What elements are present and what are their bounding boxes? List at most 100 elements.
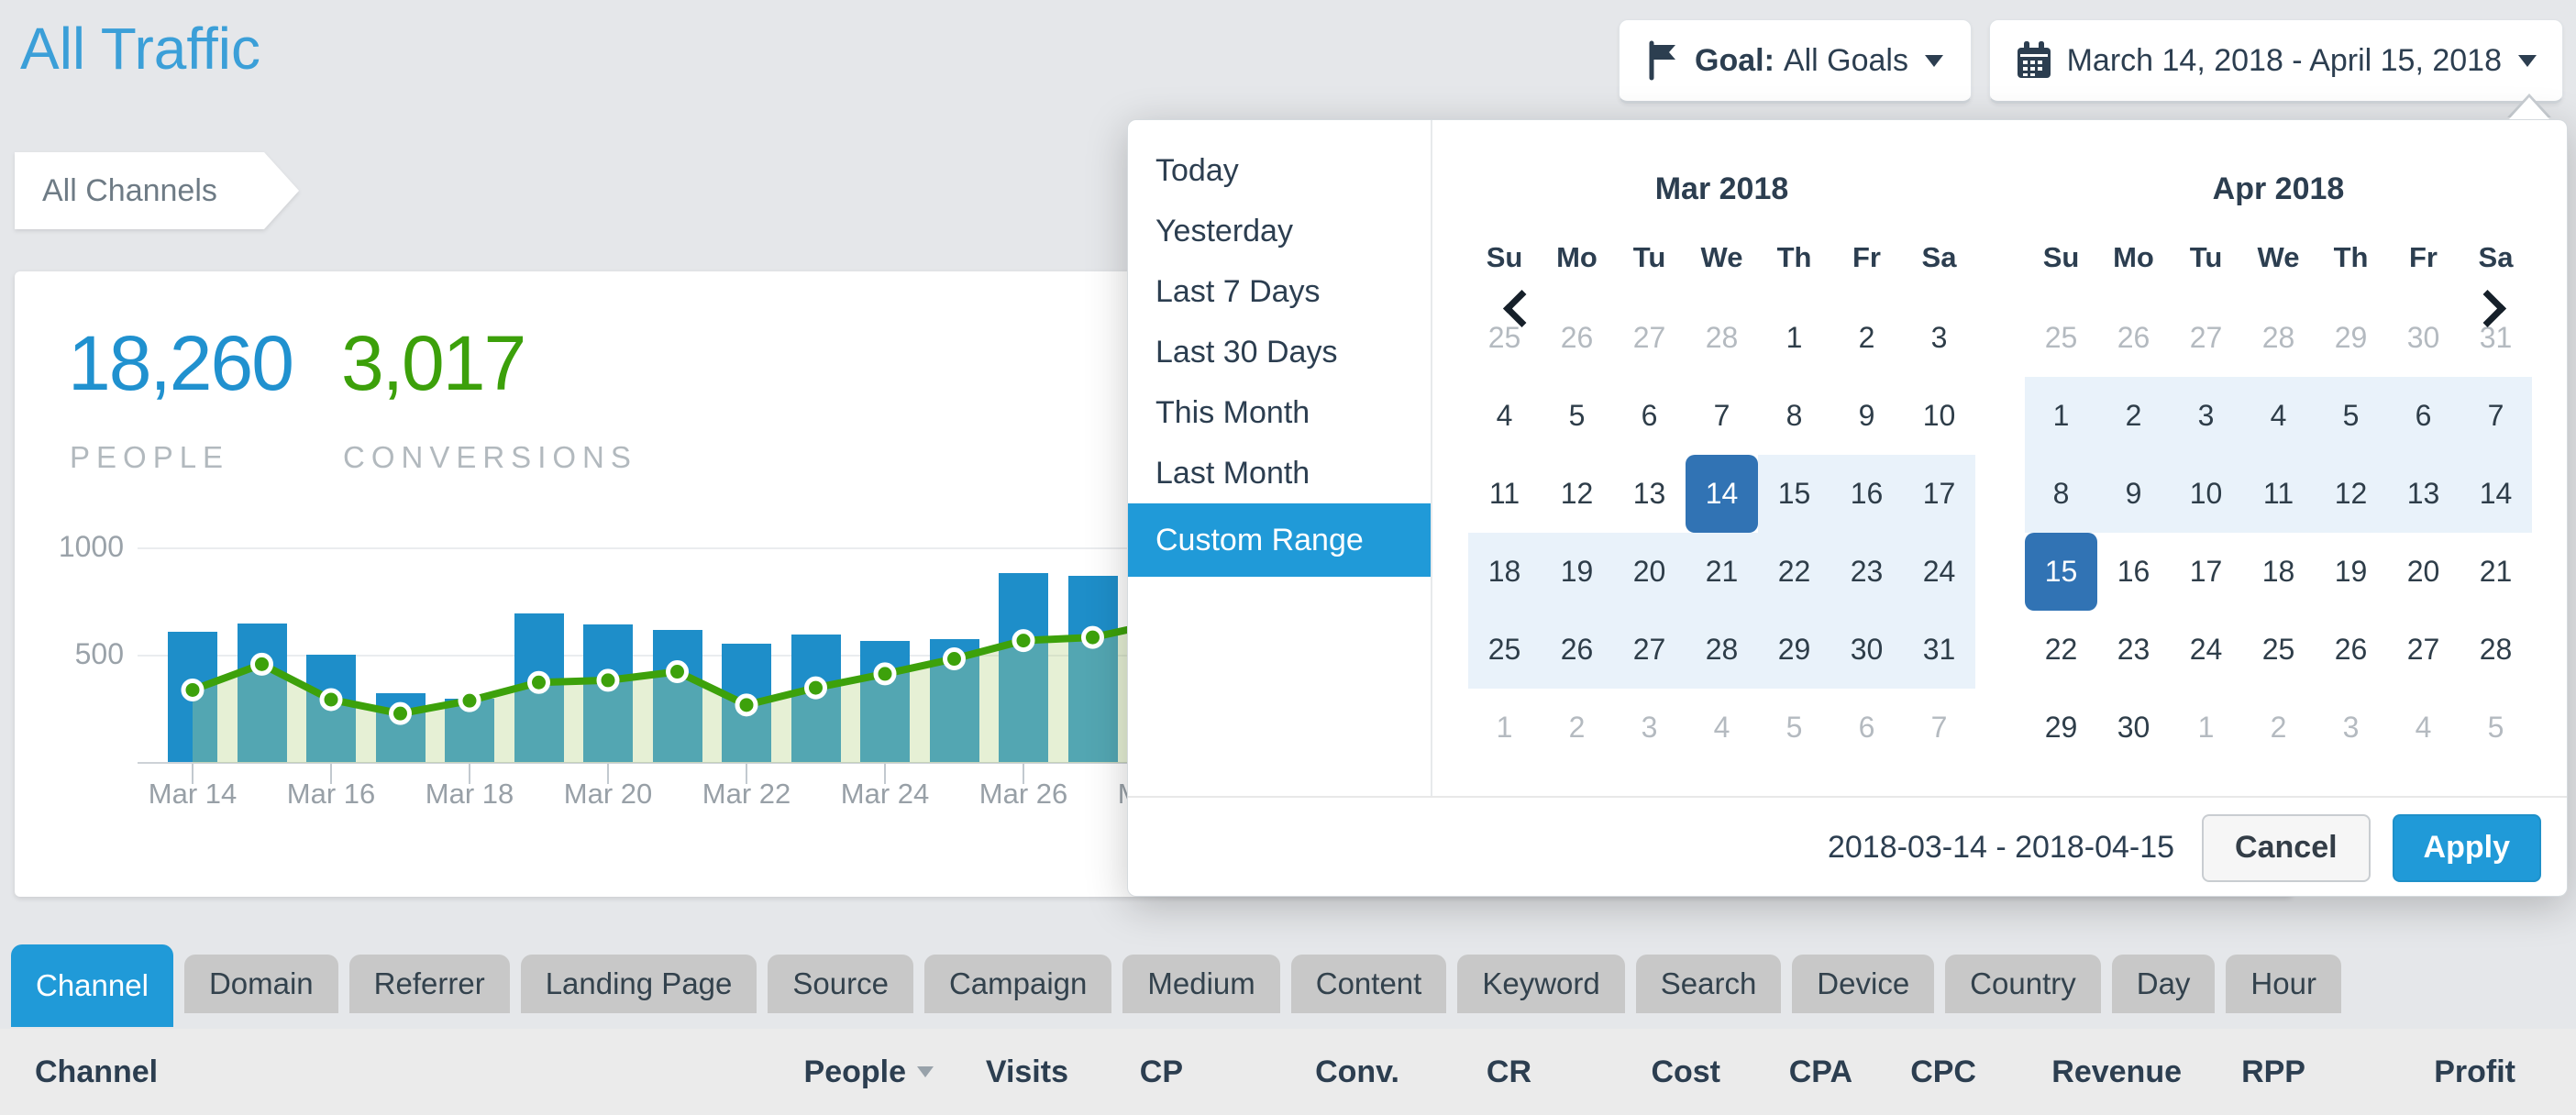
bar-mar-21[interactable] [653, 630, 702, 763]
day-cell[interactable]: 17 [1903, 455, 1975, 533]
bar-mar-24[interactable] [860, 641, 910, 763]
day-cell[interactable]: 3 [2315, 689, 2387, 767]
day-cell[interactable]: 1 [1468, 689, 1541, 767]
breadcrumb-all-channels[interactable]: All Channels [15, 152, 264, 229]
bar-mar-15[interactable] [238, 624, 287, 763]
day-cell[interactable]: 2 [1541, 689, 1613, 767]
tab-referrer[interactable]: Referrer [349, 955, 510, 1013]
day-cell[interactable]: 17 [2170, 533, 2242, 611]
day-cell[interactable]: 13 [1613, 455, 1686, 533]
day-cell[interactable]: 2 [2097, 377, 2170, 455]
day-cell[interactable]: 11 [2242, 455, 2315, 533]
day-cell[interactable]: 26 [2097, 299, 2170, 377]
day-cell[interactable]: 27 [2387, 611, 2460, 689]
day-cell[interactable]: 10 [2170, 455, 2242, 533]
day-cell[interactable]: 27 [1613, 299, 1686, 377]
tab-domain[interactable]: Domain [184, 955, 338, 1013]
preset-yesterday[interactable]: Yesterday [1128, 201, 1431, 261]
day-cell[interactable]: 6 [2387, 377, 2460, 455]
day-cell[interactable]: 18 [2242, 533, 2315, 611]
preset-custom-range[interactable]: Custom Range [1128, 503, 1431, 577]
day-cell[interactable]: 12 [2315, 455, 2387, 533]
day-cell[interactable]: 8 [1758, 377, 1830, 455]
day-cell[interactable]: 29 [2315, 299, 2387, 377]
day-cell[interactable]: 20 [2387, 533, 2460, 611]
bar-mar-18[interactable] [445, 699, 494, 763]
day-cell[interactable]: 26 [1541, 611, 1613, 689]
column-header-profit[interactable]: Profit [2305, 1054, 2515, 1090]
day-cell[interactable]: 9 [2097, 455, 2170, 533]
day-cell[interactable]: 26 [1541, 299, 1613, 377]
day-cell[interactable]: 20 [1613, 533, 1686, 611]
preset-today[interactable]: Today [1128, 140, 1431, 201]
day-cell[interactable]: 24 [2170, 611, 2242, 689]
column-header-visits[interactable]: Visits [934, 1054, 1068, 1090]
day-cell[interactable]: 25 [2242, 611, 2315, 689]
tab-keyword[interactable]: Keyword [1457, 955, 1624, 1013]
tab-country[interactable]: Country [1945, 955, 2101, 1013]
day-cell[interactable]: 28 [2460, 611, 2532, 689]
tab-hour[interactable]: Hour [2226, 955, 2341, 1013]
day-cell[interactable]: 27 [1613, 611, 1686, 689]
day-cell[interactable]: 4 [2387, 689, 2460, 767]
cancel-button[interactable]: Cancel [2202, 814, 2371, 882]
day-cell[interactable]: 4 [1468, 377, 1541, 455]
day-cell[interactable]: 15 [1758, 455, 1830, 533]
day-cell[interactable]: 29 [1758, 611, 1830, 689]
bar-mar-25[interactable] [930, 639, 979, 763]
column-header-people[interactable]: People [677, 1054, 934, 1090]
day-cell[interactable]: 5 [2315, 377, 2387, 455]
column-header-rpp[interactable]: RPP [2182, 1054, 2305, 1090]
prev-month-button[interactable] [1486, 276, 1550, 340]
preset-last-7-days[interactable]: Last 7 Days [1128, 261, 1431, 322]
day-cell[interactable]: 28 [1686, 299, 1758, 377]
tab-landing-page[interactable]: Landing Page [521, 955, 757, 1013]
tab-channel[interactable]: Channel [11, 944, 173, 1027]
bar-mar-27[interactable] [1068, 576, 1118, 763]
day-cell[interactable]: 5 [2460, 689, 2532, 767]
day-cell[interactable]: 21 [2460, 533, 2532, 611]
day-cell[interactable]: 23 [2097, 611, 2170, 689]
day-cell-selected[interactable]: 15 [2025, 533, 2097, 611]
column-header-conv.[interactable]: Conv. [1183, 1054, 1399, 1090]
preset-last-month[interactable]: Last Month [1128, 443, 1431, 503]
column-header-cpc[interactable]: CPC [1852, 1054, 1976, 1090]
day-cell[interactable]: 21 [1686, 533, 1758, 611]
day-cell[interactable]: 27 [2170, 299, 2242, 377]
tab-content[interactable]: Content [1291, 955, 1447, 1013]
tab-device[interactable]: Device [1792, 955, 1934, 1013]
day-cell[interactable]: 28 [1686, 611, 1758, 689]
day-cell-selected[interactable]: 14 [1686, 455, 1758, 533]
day-cell[interactable]: 1 [2170, 689, 2242, 767]
day-cell[interactable]: 1 [2025, 377, 2097, 455]
day-cell[interactable]: 7 [1686, 377, 1758, 455]
day-cell[interactable]: 6 [1613, 377, 1686, 455]
day-cell[interactable]: 25 [2025, 299, 2097, 377]
column-header-channel[interactable]: Channel [35, 1054, 677, 1090]
day-cell[interactable]: 31 [1903, 611, 1975, 689]
day-cell[interactable]: 19 [2315, 533, 2387, 611]
day-cell[interactable]: 23 [1830, 533, 1903, 611]
day-cell[interactable]: 3 [1613, 689, 1686, 767]
bar-mar-16[interactable] [306, 655, 356, 763]
day-cell[interactable]: 30 [1830, 611, 1903, 689]
column-header-cost[interactable]: Cost [1531, 1054, 1720, 1090]
column-header-cp[interactable]: CP [1068, 1054, 1183, 1090]
bar-mar-22[interactable] [722, 644, 771, 763]
day-cell[interactable]: 4 [1686, 689, 1758, 767]
bar-mar-19[interactable] [514, 613, 564, 763]
day-cell[interactable]: 16 [1830, 455, 1903, 533]
day-cell[interactable]: 12 [1541, 455, 1613, 533]
day-cell[interactable]: 13 [2387, 455, 2460, 533]
day-cell[interactable]: 9 [1830, 377, 1903, 455]
bar-mar-20[interactable] [583, 624, 633, 763]
bar-mar-26[interactable] [999, 573, 1048, 763]
goal-selector-button[interactable]: Goal: All Goals [1619, 19, 1972, 104]
day-cell[interactable]: 7 [1903, 689, 1975, 767]
tab-day[interactable]: Day [2112, 955, 2216, 1013]
day-cell[interactable]: 29 [2025, 689, 2097, 767]
day-cell[interactable]: 14 [2460, 455, 2532, 533]
next-month-button[interactable] [2459, 276, 2523, 340]
tab-medium[interactable]: Medium [1122, 955, 1279, 1013]
day-cell[interactable]: 16 [2097, 533, 2170, 611]
